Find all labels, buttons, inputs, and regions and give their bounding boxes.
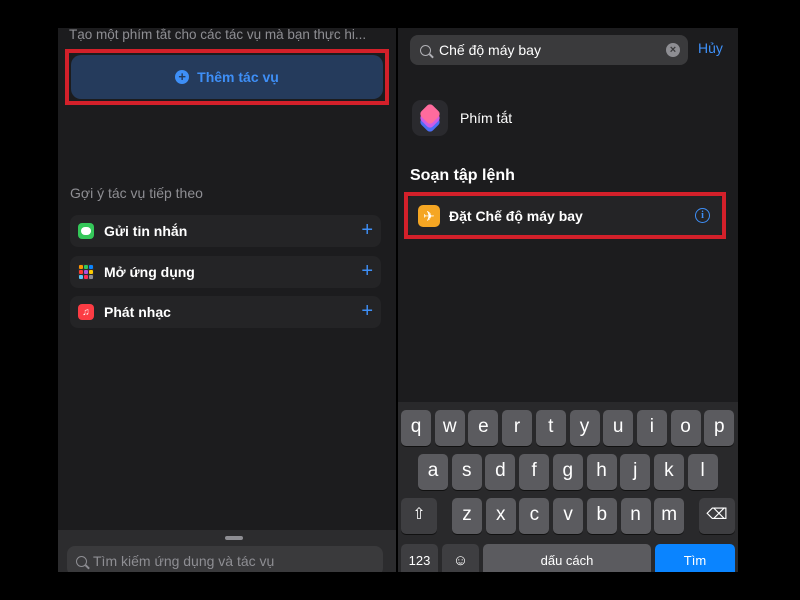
key-g[interactable]: g — [552, 454, 583, 490]
suggestions-title: Gợi ý tác vụ tiếp theo — [70, 185, 203, 201]
app-result-shortcuts[interactable]: Phím tắt — [412, 100, 512, 136]
highlight-box — [65, 49, 389, 105]
key-n[interactable]: n — [620, 498, 651, 534]
key-k[interactable]: k — [653, 454, 684, 490]
key-o[interactable]: o — [670, 410, 701, 446]
bottom-sheet — [58, 530, 396, 572]
keyboard-row-2: asdfghjkl — [398, 454, 738, 490]
key-q[interactable]: q — [401, 410, 431, 446]
search-key[interactable]: Tìm — [655, 544, 735, 572]
cancel-button[interactable]: Hủy — [698, 40, 723, 56]
key-h[interactable]: h — [586, 454, 617, 490]
suggestion-item-send-message[interactable]: Gửi tin nhắn + — [70, 215, 381, 247]
plus-icon[interactable]: + — [361, 219, 373, 241]
key-f[interactable]: f — [519, 454, 550, 490]
shift-key[interactable]: ⇧ — [401, 498, 437, 534]
key-j[interactable]: j — [620, 454, 651, 490]
action-search-input[interactable] — [93, 553, 363, 569]
keyboard-row-4: 123 ☺ dấu cách Tìm — [398, 544, 738, 572]
keyboard-row-1: qwertyuiop — [398, 410, 738, 446]
search-input[interactable] — [439, 42, 659, 58]
highlight-box — [404, 192, 726, 239]
plus-icon[interactable]: + — [361, 260, 373, 282]
suggestion-label: Phát nhạc — [104, 304, 171, 320]
space-key[interactable]: dấu cách — [483, 544, 651, 572]
key-i[interactable]: i — [636, 410, 667, 446]
keyboard: qwertyuiop asdfghjkl ⇧ zxcvbnm ⌫ 123 ☺ d… — [398, 402, 738, 572]
backspace-key[interactable]: ⌫ — [699, 498, 735, 534]
search-icon — [420, 44, 431, 56]
music-icon: ♫ — [78, 304, 94, 320]
search-icon — [76, 555, 87, 567]
emoji-key[interactable]: ☺ — [442, 544, 479, 572]
suggestion-item-play-music[interactable]: ♫ Phát nhạc + — [70, 296, 381, 328]
key-u[interactable]: u — [603, 410, 634, 446]
key-w[interactable]: w — [434, 410, 465, 446]
key-d[interactable]: d — [485, 454, 516, 490]
hint-text: Tạo một phím tắt cho các tác vụ mà bạn t… — [69, 28, 367, 42]
key-y[interactable]: y — [569, 410, 600, 446]
numbers-key[interactable]: 123 — [401, 544, 438, 572]
key-z[interactable]: z — [452, 498, 482, 534]
section-title: Soạn tập lệnh — [410, 167, 515, 184]
key-t[interactable]: t — [535, 410, 566, 446]
key-s[interactable]: s — [451, 454, 482, 490]
key-x[interactable]: x — [485, 498, 516, 534]
plus-icon[interactable]: + — [361, 300, 373, 322]
key-a[interactable]: a — [418, 454, 448, 490]
app-result-label: Phím tắt — [460, 110, 513, 126]
messages-icon — [78, 223, 94, 239]
suggestion-item-open-app[interactable]: Mở ứng dụng + — [70, 256, 381, 288]
clear-icon[interactable]: × — [666, 43, 680, 57]
action-search-panel: × Hủy Phím tắt Soạn tập lệnh ✈ Đặt Chế đ… — [398, 28, 738, 572]
shortcuts-app-icon — [412, 100, 448, 136]
keyboard-row-3: ⇧ zxcvbnm ⌫ — [398, 498, 738, 534]
shortcut-editor-panel: Tạo một phím tắt cho các tác vụ mà bạn t… — [58, 28, 396, 572]
key-m[interactable]: m — [654, 498, 685, 534]
suggestion-label: Gửi tin nhắn — [104, 223, 188, 239]
suggestion-label: Mở ứng dụng — [104, 264, 195, 280]
search-bar[interactable]: × — [410, 35, 688, 65]
key-e[interactable]: e — [468, 410, 499, 446]
sheet-grabber[interactable] — [225, 536, 243, 540]
key-c[interactable]: c — [519, 498, 550, 534]
action-search-bar[interactable] — [67, 546, 383, 572]
key-p[interactable]: p — [704, 410, 735, 446]
app-grid-icon — [78, 264, 94, 280]
key-b[interactable]: b — [586, 498, 617, 534]
key-l[interactable]: l — [687, 454, 718, 490]
key-v[interactable]: v — [553, 498, 584, 534]
key-r[interactable]: r — [502, 410, 533, 446]
